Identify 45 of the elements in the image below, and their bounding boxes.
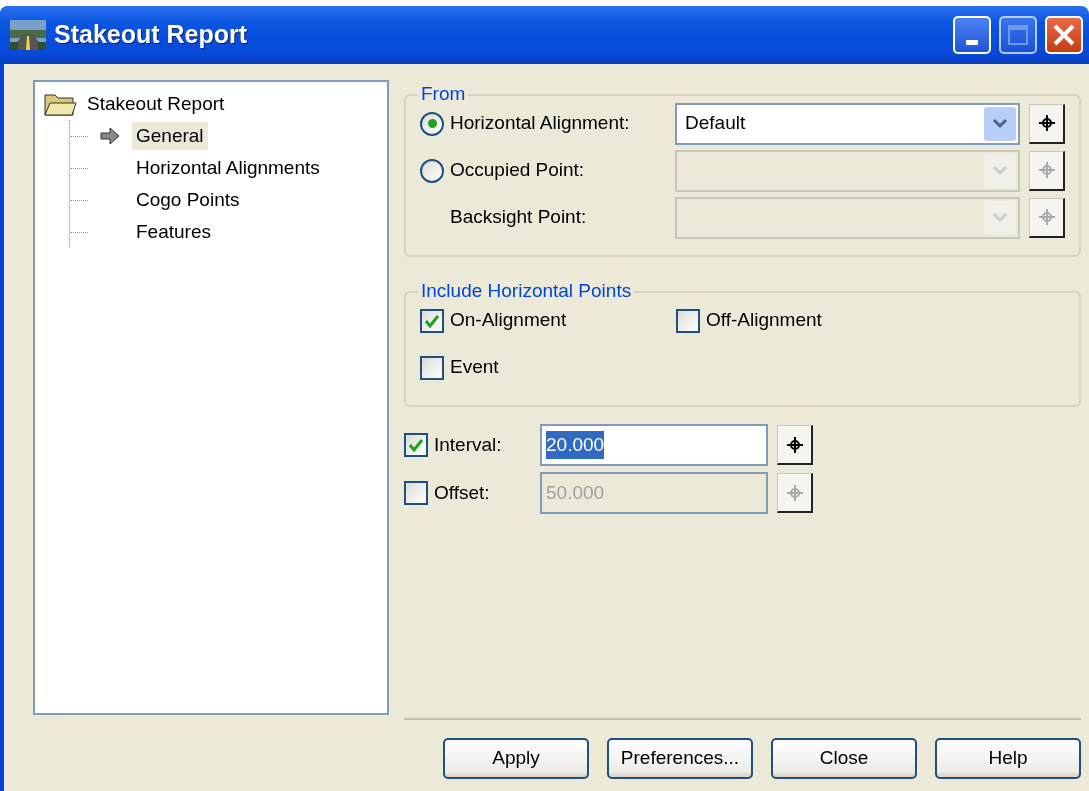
- crosshair-icon: [1037, 114, 1056, 132]
- chevron-down-icon: [992, 211, 1008, 224]
- tree-item[interactable]: Features: [132, 218, 215, 246]
- pick-button[interactable]: [1029, 103, 1065, 144]
- checkbox[interactable]: [420, 308, 444, 333]
- check-icon: [408, 438, 424, 452]
- crosshair-icon: [785, 435, 804, 454]
- dropdown-field[interactable]: Default: [675, 102, 1020, 145]
- checkbox-label: Event: [450, 355, 499, 380]
- pick-button[interactable]: [777, 425, 813, 465]
- field-label: Horizontal Alignment:: [450, 111, 630, 136]
- radio-button[interactable]: [420, 111, 444, 136]
- checkbox-label: Interval:: [434, 432, 502, 457]
- chevron-down-icon: [992, 117, 1008, 130]
- checkbox[interactable]: [404, 433, 428, 457]
- tree-item[interactable]: Stakeout Report: [83, 90, 229, 118]
- close-button[interactable]: [1045, 16, 1083, 54]
- tree-item[interactable]: Cogo Points: [132, 186, 244, 214]
- close-icon: [1052, 23, 1076, 47]
- field-label: Occupied Point:: [450, 158, 585, 183]
- chevron-down-icon: [992, 164, 1008, 177]
- window-title: Stakeout Report: [54, 19, 249, 51]
- crosshair-icon: [1037, 161, 1056, 179]
- checkbox-label: Offset:: [434, 480, 490, 505]
- minimize-icon: [966, 39, 978, 45]
- crosshair-icon: [785, 483, 804, 502]
- input-field[interactable]: 20.000: [540, 424, 768, 466]
- checkbox-label: Off-Alignment: [706, 308, 822, 333]
- checkbox-label: On-Alignment: [450, 308, 567, 333]
- maximize-icon: [1007, 24, 1029, 46]
- arrow-icon: [100, 127, 120, 145]
- dialog-button[interactable]: Help: [935, 738, 1081, 779]
- dialog-button[interactable]: Preferences...: [607, 738, 753, 779]
- dialog-button[interactable]: Close: [771, 738, 917, 779]
- crosshair-icon: [1037, 208, 1056, 226]
- checkbox[interactable]: [420, 355, 444, 380]
- checkbox[interactable]: [676, 308, 700, 333]
- minimize-button[interactable]: [953, 16, 991, 54]
- field-label: Backsight Point:: [450, 205, 587, 230]
- dropdown-value: Default: [685, 111, 747, 136]
- dialog-button[interactable]: Apply: [443, 738, 589, 779]
- maximize-button[interactable]: [999, 16, 1037, 54]
- tree-item[interactable]: General: [132, 122, 208, 150]
- tree-item[interactable]: Horizontal Alignments: [132, 154, 324, 182]
- check-icon: [424, 313, 440, 328]
